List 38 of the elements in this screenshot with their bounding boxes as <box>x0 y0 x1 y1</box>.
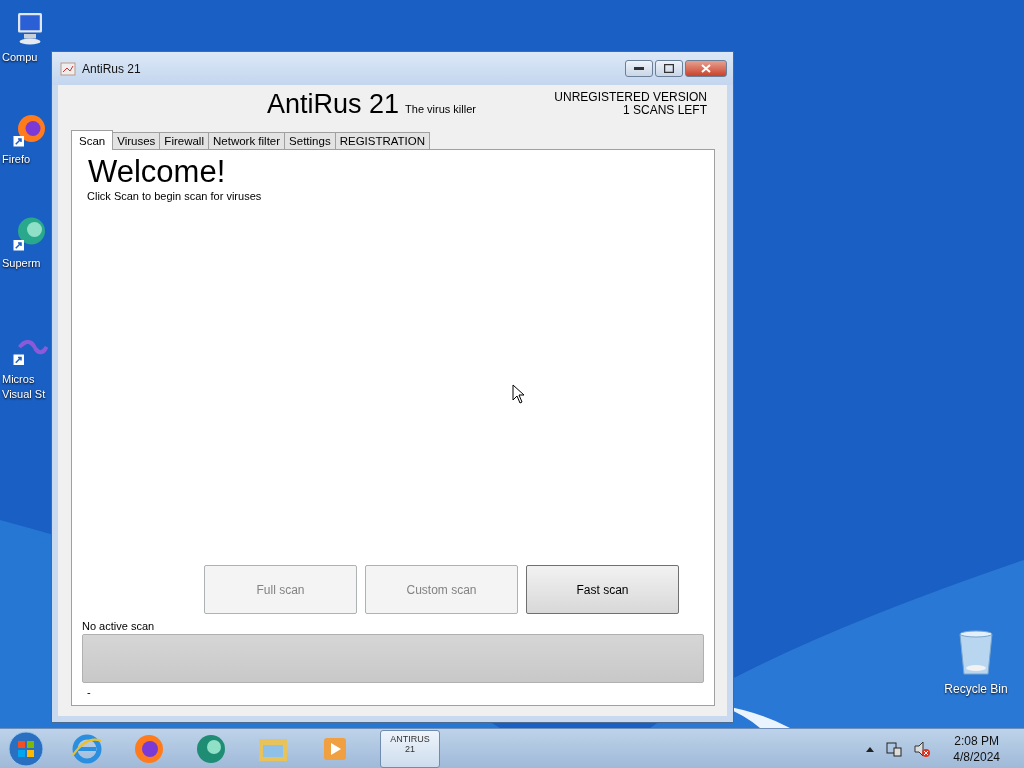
tab[interactable]: Firewall <box>159 132 209 149</box>
app-icon <box>60 60 76 77</box>
tagline: The virus killer <box>405 103 476 115</box>
scans-left: 1 SCANS LEFT <box>622 104 707 117</box>
tab[interactable]: Network filter <box>208 132 286 149</box>
welcome-heading: Welcome! <box>88 154 227 190</box>
close-button[interactable] <box>685 60 727 77</box>
tab[interactable]: Scan <box>71 130 114 150</box>
instruction-text: Click Scan to begin scan for viruses <box>87 190 263 202</box>
maximize-button[interactable] <box>655 60 683 77</box>
trash-bin-icon[interactable] <box>956 630 996 678</box>
tab[interactable]: Viruses <box>112 132 161 149</box>
desktop-icon-label[interactable]: Superm <box>2 256 41 271</box>
desktop-icon-label[interactable]: Recycle Bin <box>944 682 1008 697</box>
fox-icon[interactable] <box>132 732 166 765</box>
tab[interactable]: REGISTRATION <box>334 132 431 149</box>
desktop-icon-label[interactable]: Firefo <box>2 152 31 167</box>
maximize-icon <box>664 64 674 73</box>
start-button[interactable] <box>8 730 44 767</box>
globe-icon[interactable] <box>194 732 228 765</box>
window-title: AntiRus 21 <box>82 61 142 76</box>
scan-detail: - <box>87 687 92 699</box>
taskbar-app-button[interactable]: ANTIRUS 21 <box>380 729 440 768</box>
desktop-icon-label[interactable]: Compu <box>2 50 38 65</box>
license-status: UNREGISTERED VERSION <box>554 91 707 104</box>
close-icon <box>701 64 711 73</box>
clock-date[interactable]: 4/8/2024 <box>953 748 1000 765</box>
tab[interactable]: Settings <box>284 132 336 149</box>
mouse-cursor-icon <box>512 384 524 404</box>
scan-status: No active scan <box>82 620 156 632</box>
desktop-icon-label[interactable]: Micros Visual St <box>2 372 46 402</box>
clock-time[interactable]: 2:08 PM <box>954 732 999 749</box>
minimize-button[interactable] <box>625 60 653 77</box>
scan-button[interactable]: Fast scan <box>526 565 679 614</box>
minimize-icon <box>634 66 644 71</box>
network-icon[interactable] <box>885 739 904 758</box>
app-name: AntiRus 21 <box>267 89 400 120</box>
muted-speaker-icon[interactable] <box>913 739 932 758</box>
